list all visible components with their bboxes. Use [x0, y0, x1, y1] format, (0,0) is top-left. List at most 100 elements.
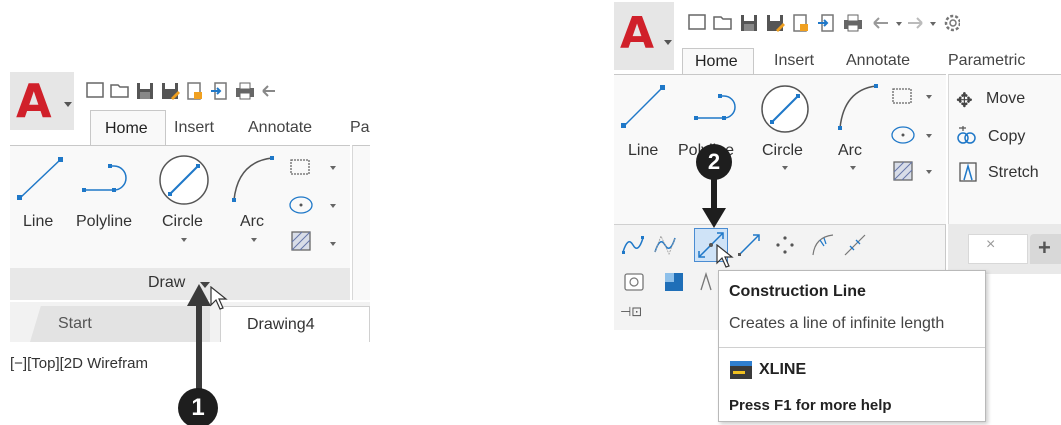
three-d-polyline-icon[interactable] [698, 270, 714, 294]
tab-insert-label: Insert [774, 52, 815, 69]
share-icon[interactable] [816, 12, 838, 34]
right-screenshot: A Home Insert Annotate Parametric Line P… [614, 2, 1061, 422]
arc-tool-label[interactable]: Arc [838, 142, 862, 160]
save-icon[interactable] [134, 80, 156, 102]
tab-home[interactable]: Home [682, 48, 754, 74]
open-folder-icon[interactable] [109, 80, 131, 102]
save-as-icon[interactable] [764, 12, 786, 34]
rectangle-dropdown-arrow[interactable] [926, 95, 932, 99]
undo-icon[interactable] [870, 12, 892, 34]
arc-dropdown-arrow[interactable] [850, 166, 856, 170]
new-file-icon[interactable] [686, 12, 708, 34]
spline-cv-icon[interactable] [652, 232, 678, 258]
autocad-logo-icon: A [620, 8, 655, 59]
new-tab-button[interactable]: + [1030, 234, 1061, 264]
redo-dropdown-arrow[interactable] [930, 22, 936, 26]
hatch-tool-icon[interactable] [290, 230, 312, 252]
hatch-dropdown-arrow[interactable] [926, 170, 932, 174]
viewport-controls-label[interactable]: [−][Top][2D Wirefram [10, 355, 250, 372]
open-folder-icon[interactable] [712, 12, 734, 34]
redo-icon[interactable] [904, 12, 926, 34]
line-tool-icon[interactable] [14, 154, 68, 206]
draw-panel-title: Draw [148, 274, 186, 291]
tab-parametric-label: Parametric [948, 52, 1026, 69]
command-line-icon [730, 361, 752, 379]
rectangle-dropdown-arrow[interactable] [330, 166, 336, 170]
new-file-icon[interactable] [84, 80, 106, 102]
polyline-tool-icon[interactable] [692, 90, 744, 126]
print-icon[interactable] [842, 12, 864, 34]
share-icon[interactable] [209, 80, 231, 102]
callout-number-1: 1 [178, 388, 218, 425]
tab-insert[interactable]: Insert [174, 119, 214, 137]
ellipse-tool-icon[interactable] [890, 124, 916, 146]
region-icon[interactable] [622, 270, 646, 294]
tab-parametric-label: Pa [350, 119, 370, 136]
multiple-points-icon[interactable] [772, 232, 798, 258]
tab-parametric-partial[interactable]: Pa [350, 119, 370, 137]
tab-annotate-label: Annotate [248, 119, 313, 136]
arc-tool-label[interactable]: Arc [240, 213, 264, 231]
save-as-icon[interactable] [159, 80, 181, 102]
rectangle-tool-icon[interactable] [288, 157, 312, 177]
circle-dropdown-arrow[interactable] [181, 238, 187, 242]
arc-dropdown-arrow[interactable] [251, 238, 257, 242]
tab-home-label: Home [105, 120, 148, 137]
ray-icon[interactable] [736, 232, 762, 258]
line-tool-label[interactable]: Line [628, 142, 658, 160]
wipeout-icon[interactable] [662, 270, 686, 294]
file-tab-start[interactable]: Start [30, 306, 210, 342]
hatch-dropdown-arrow[interactable] [330, 242, 336, 246]
export-icon[interactable] [184, 80, 206, 102]
tooltip-title: Construction Line [729, 283, 866, 300]
file-tab-start-label: Start [58, 315, 92, 332]
polyline-tool-label[interactable]: Polyline [76, 213, 132, 231]
line-tool-icon[interactable] [618, 82, 670, 132]
copy-tool-label[interactable]: Copy [988, 128, 1025, 146]
undo-dropdown-arrow[interactable] [896, 22, 902, 26]
tab-insert-label: Insert [174, 119, 215, 136]
line-tool-label[interactable]: Line [23, 213, 53, 231]
export-icon[interactable] [790, 12, 812, 34]
print-icon[interactable] [234, 80, 256, 102]
divide-icon[interactable] [810, 232, 836, 258]
polyline-tool-icon[interactable] [80, 158, 136, 198]
circle-tool-icon[interactable] [758, 82, 812, 136]
tab-annotate[interactable]: Annotate [248, 119, 312, 137]
circle-tool-label[interactable]: Circle [762, 142, 803, 160]
stretch-tool-label[interactable]: Stretch [988, 164, 1039, 182]
callout-number-2: 2 [696, 144, 732, 180]
undo-icon[interactable] [259, 80, 275, 102]
file-tab-drawing4[interactable]: Drawing4 [220, 306, 370, 342]
hatch-tool-icon[interactable] [892, 160, 914, 182]
close-tab-icon[interactable]: × [986, 236, 995, 254]
circle-tool-label[interactable]: Circle [162, 213, 203, 231]
arc-tool-icon[interactable] [228, 154, 276, 206]
mouse-cursor-icon [716, 244, 734, 268]
arc-tool-icon[interactable] [834, 82, 880, 134]
circle-tool-icon[interactable] [156, 152, 212, 208]
save-icon[interactable] [738, 12, 760, 34]
ellipse-dropdown-arrow[interactable] [926, 134, 932, 138]
ellipse-dropdown-arrow[interactable] [330, 204, 336, 208]
rectangle-tool-icon[interactable] [890, 86, 914, 106]
ribbon-modify-panel-partial [352, 145, 370, 300]
pin-panel-icon[interactable]: ⊣⊡ [620, 304, 642, 320]
application-menu-button[interactable]: A [614, 2, 674, 70]
tab-parametric[interactable]: Parametric [948, 52, 1025, 70]
plus-icon: + [1038, 235, 1051, 260]
move-tool-label[interactable]: Move [986, 90, 1025, 108]
workspace-gear-icon[interactable] [942, 12, 960, 34]
tooltip-construction-line: Construction Line Creates a line of infi… [718, 270, 986, 422]
ellipse-tool-icon[interactable] [288, 194, 314, 216]
draw-panel-title-bar[interactable]: Draw [10, 268, 350, 300]
stretch-icon [959, 162, 977, 182]
application-menu-button[interactable]: A [10, 72, 74, 130]
tab-insert[interactable]: Insert [774, 52, 814, 70]
tab-home[interactable]: Home [90, 110, 166, 146]
spline-fit-icon[interactable] [620, 232, 646, 258]
chevron-down-icon [64, 102, 72, 107]
circle-dropdown-arrow[interactable] [782, 166, 788, 170]
measure-icon[interactable] [842, 232, 868, 258]
tab-annotate[interactable]: Annotate [846, 52, 910, 70]
